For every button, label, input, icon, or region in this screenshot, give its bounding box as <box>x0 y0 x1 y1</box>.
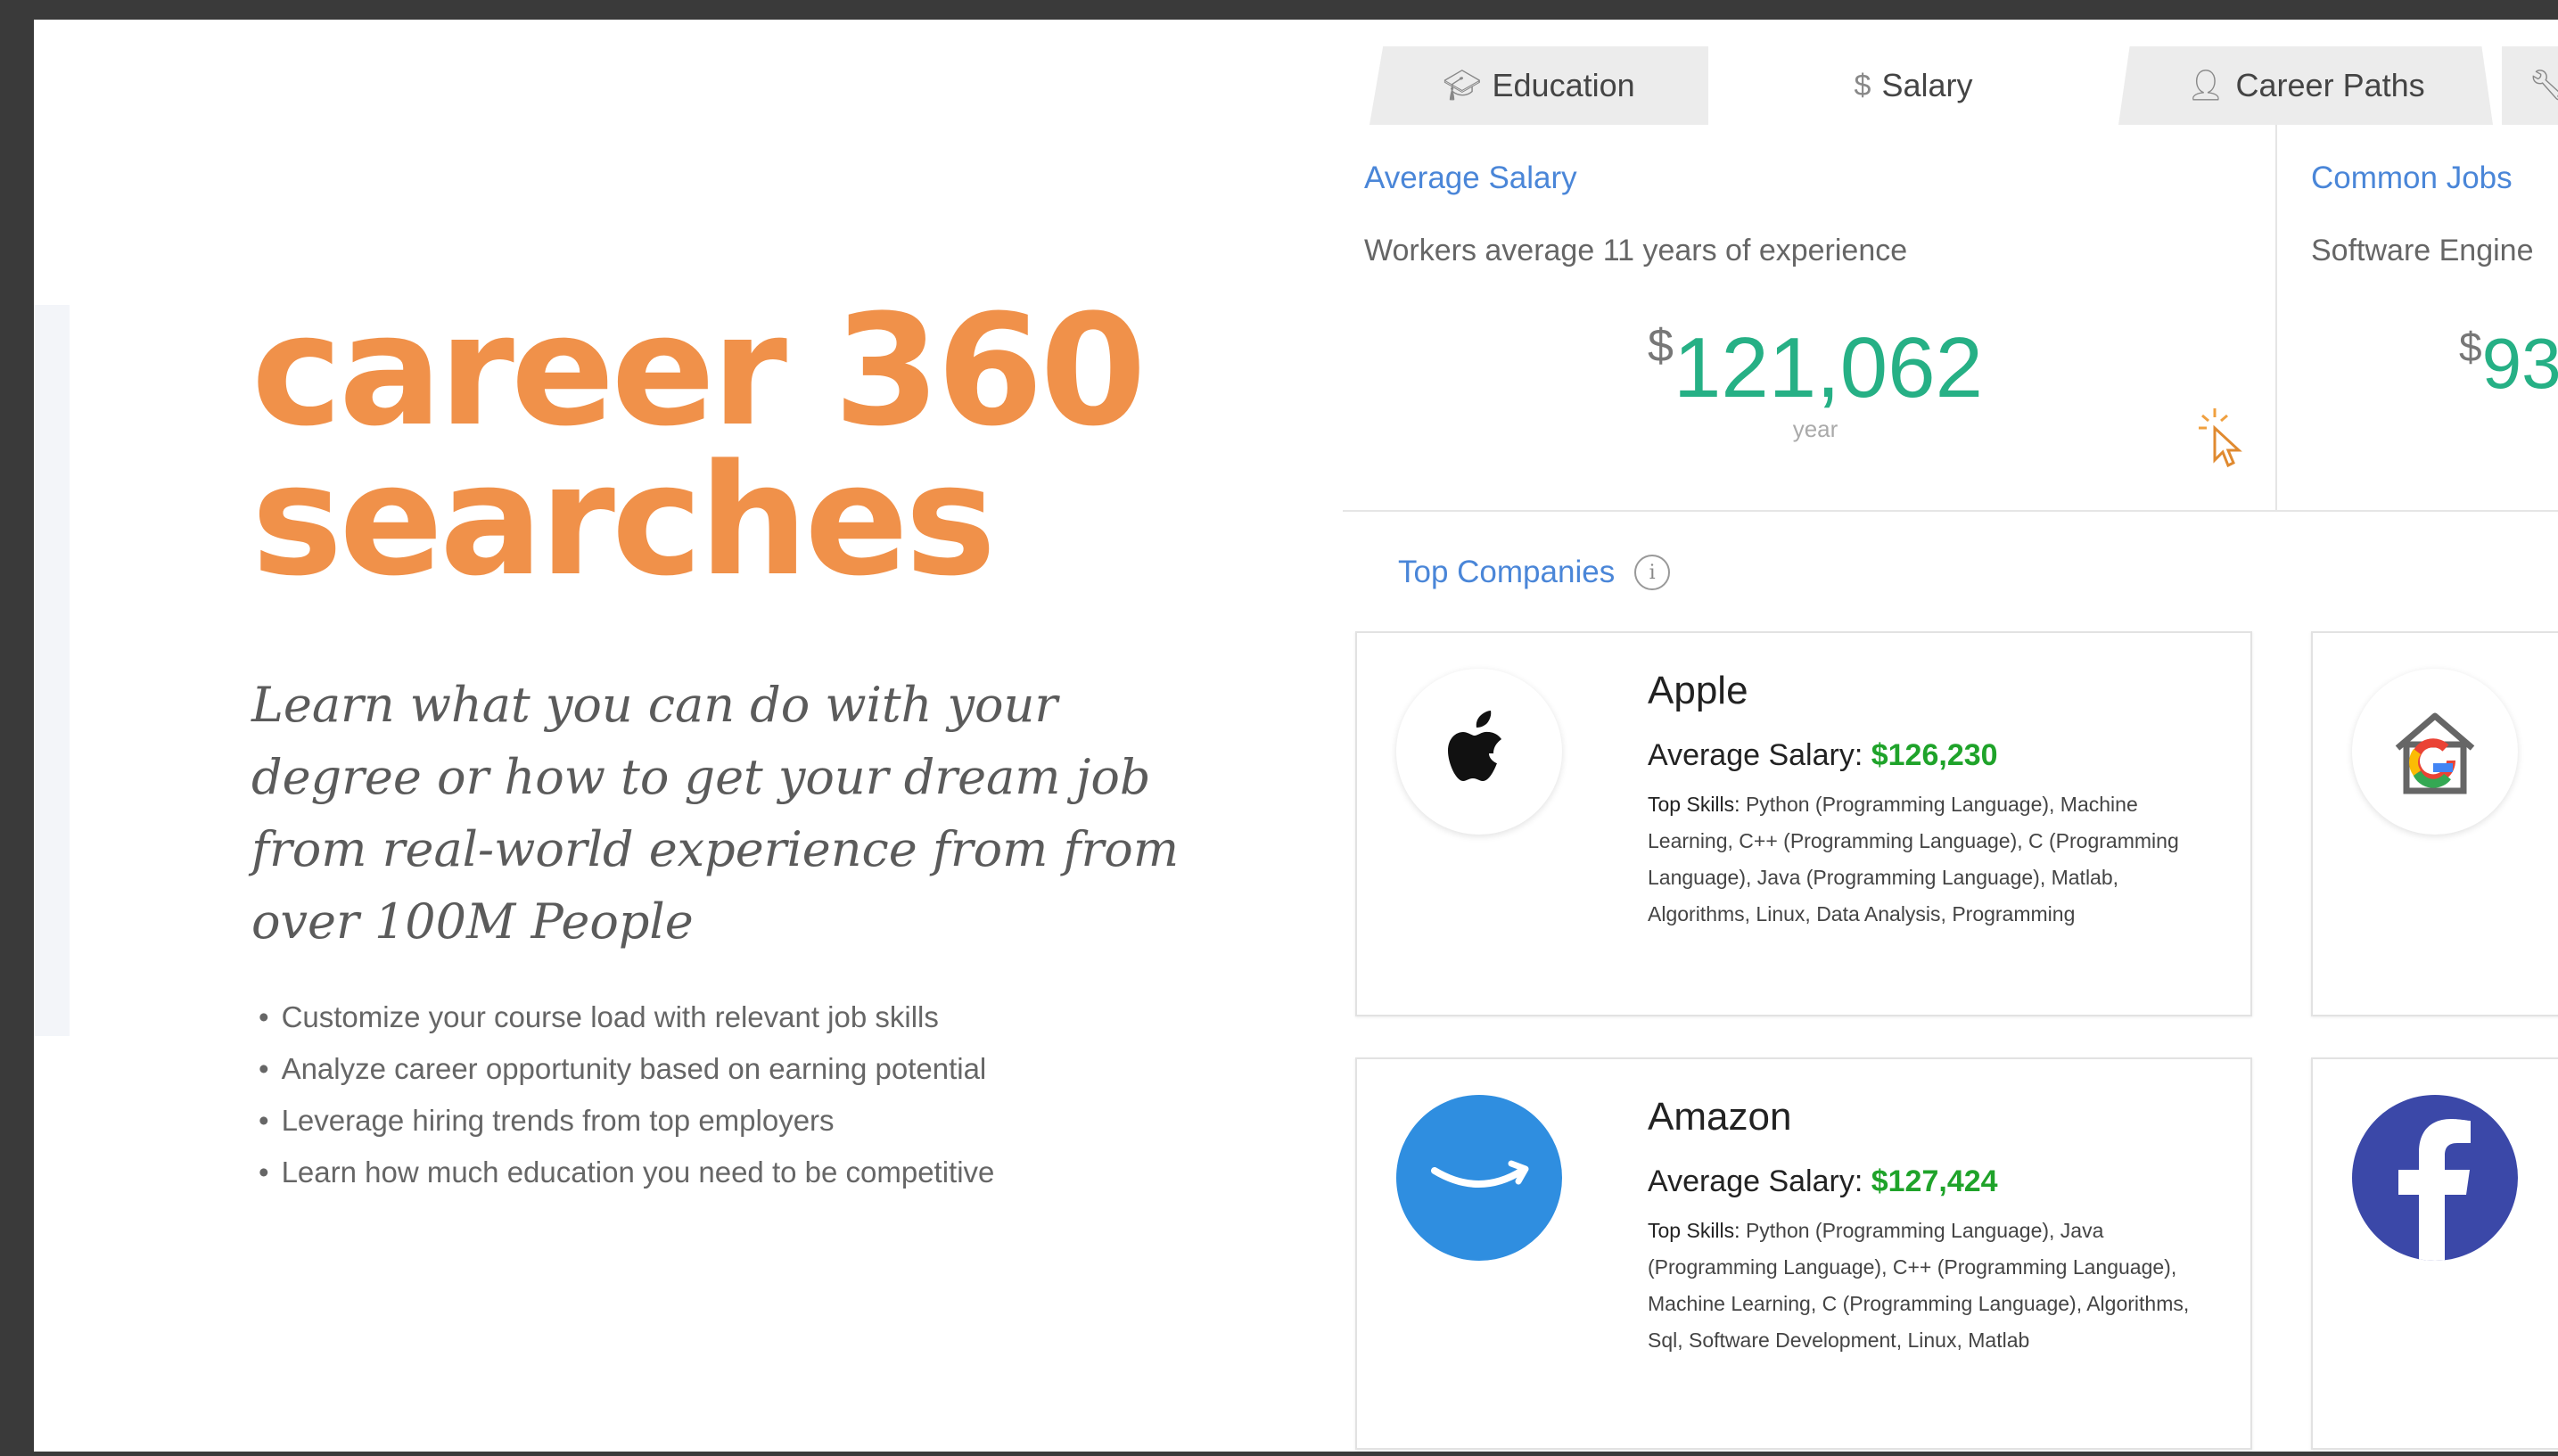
company-average-salary: Average Salary: $126,230 <box>1648 738 1998 772</box>
tab-label: Salary <box>1881 67 1973 103</box>
tab-label: Career Paths <box>2235 67 2425 103</box>
feature-list: Customize your course load with relevant… <box>259 991 995 1198</box>
currency-symbol: $ <box>1648 320 1674 372</box>
salary-period: year <box>1792 415 1838 442</box>
hero-title-line2: searches <box>251 431 996 610</box>
dollar-icon: $ <box>1854 68 1871 103</box>
tab-skills[interactable]: 🔧︎ S <box>2502 46 2558 125</box>
google-logo-icon <box>2352 669 2518 835</box>
feature-item: Leverage hiring trends from top employer… <box>259 1095 994 1147</box>
hero-title-line1: career 360 <box>251 281 1147 460</box>
company-name: Amazon <box>1648 1095 1792 1139</box>
top-companies-heading: Top Companies i <box>1398 555 1671 590</box>
person-icon: 👤︎ <box>2186 69 2225 103</box>
company-top-skills: Top Skills: Python (Programming Language… <box>1648 1219 2190 1352</box>
click-cursor-icon <box>2199 408 2242 468</box>
tab-label: Education <box>1492 67 1635 103</box>
company-card-facebook[interactable] <box>2311 1057 2558 1450</box>
apple-logo-icon <box>1396 669 1562 835</box>
company-name: Apple <box>1648 669 1748 712</box>
company-card-google[interactable] <box>2311 631 2558 1016</box>
feature-item: Learn how much education you need to be … <box>259 1147 995 1198</box>
side-shade <box>34 305 70 1036</box>
common-job-title: Software Engine <box>2311 234 2534 267</box>
tab-education[interactable]: 🎓︎ Education <box>1369 46 1708 125</box>
average-salary-amount: $121,062 <box>1648 320 1983 415</box>
tab-career-paths[interactable]: 👤︎ Career Paths <box>2118 46 2493 125</box>
info-icon[interactable]: i <box>1634 555 1671 590</box>
amazon-logo-icon <box>1396 1095 1562 1261</box>
tab-salary[interactable]: $ Salary <box>1717 46 2110 125</box>
hero-tagline: Learn what you can do with your degree o… <box>251 677 1180 950</box>
company-average-salary: Average Salary: $127,424 <box>1648 1164 1998 1198</box>
common-job-salary: $93 <box>2459 324 2558 403</box>
feature-item: Customize your course load with relevant… <box>259 991 994 1043</box>
tab-bar: 🎓︎ Education $ Salary 👤︎ Career Paths 🔧︎… <box>1343 46 2558 125</box>
company-card-apple[interactable]: Apple Average Salary: $126,230 Top Skill… <box>1355 631 2252 1016</box>
graduation-cap-icon: 🎓︎ <box>1443 69 1482 103</box>
hero-title: career 360 searches <box>251 281 1147 610</box>
common-jobs-link[interactable]: Common Jobs <box>2311 160 2513 196</box>
feature-item: Analyze career opportunity based on earn… <box>259 1043 994 1095</box>
wrench-icon: 🔧︎ <box>2529 69 2558 103</box>
page-frame: career 360 searches Learn what you can d… <box>34 20 2558 1452</box>
salary-card: $121,062 year <box>1343 125 2288 510</box>
section-divider <box>1343 510 2558 512</box>
facebook-logo-icon <box>2352 1095 2518 1261</box>
card-divider <box>2275 125 2277 510</box>
company-top-skills: Top Skills: Python (Programming Language… <box>1648 793 2179 925</box>
top-companies-label: Top Companies <box>1398 555 1616 589</box>
company-card-amazon[interactable]: Amazon Average Salary: $127,424 Top Skil… <box>1355 1057 2252 1450</box>
